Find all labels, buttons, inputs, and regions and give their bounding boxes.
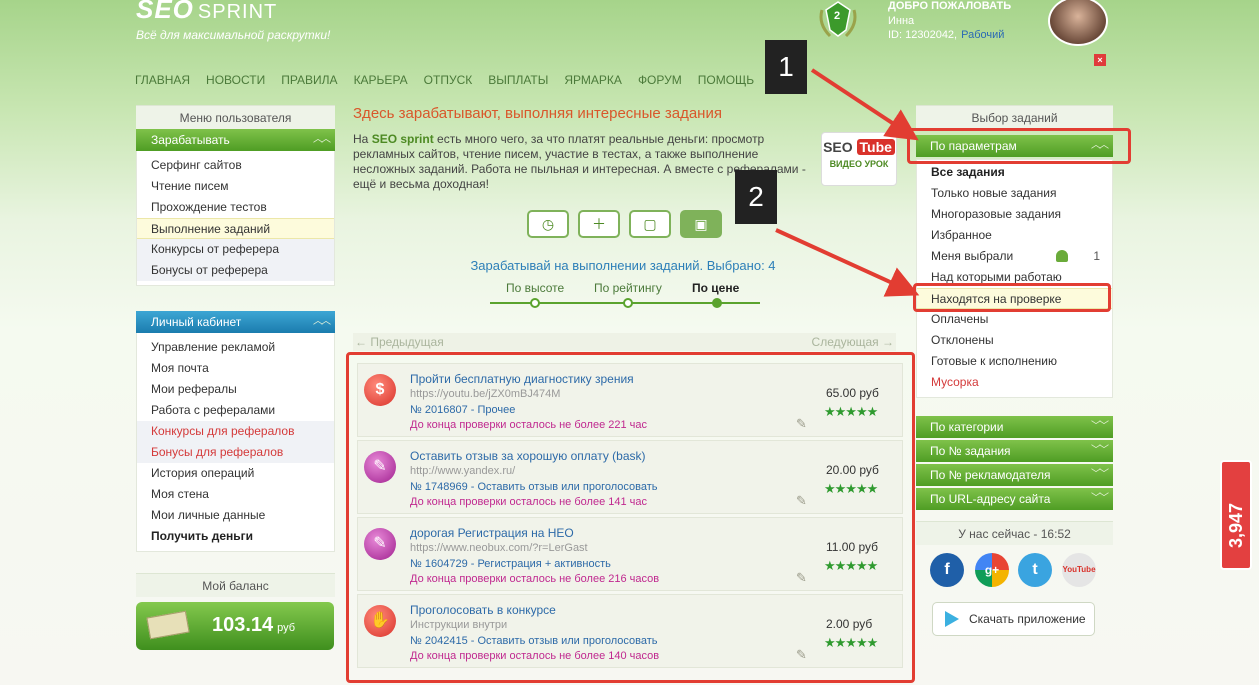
- annotation-arrows: [775, 68, 920, 297]
